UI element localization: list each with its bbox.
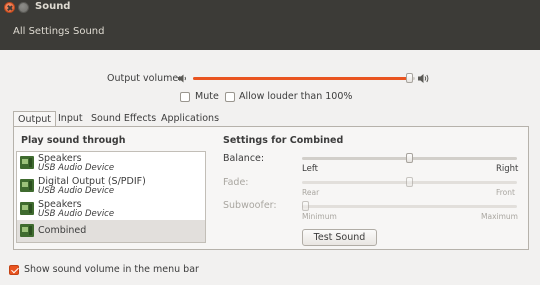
subwoofer-maximum-label: Maximum <box>481 212 518 221</box>
device-row-combined[interactable]: Combined <box>17 220 205 242</box>
sound-card-icon <box>20 156 34 169</box>
fade-front-label: Front <box>496 188 515 197</box>
tab-input[interactable]: Input <box>58 111 83 126</box>
fade-handle <box>406 177 413 187</box>
output-volume-slider[interactable] <box>193 73 415 83</box>
fade-label: Fade: <box>223 177 249 188</box>
balance-handle[interactable] <box>406 153 413 163</box>
balance-left-label: Left <box>302 164 318 174</box>
device-subtitle: USB Audio Device <box>38 186 115 196</box>
mute-checkbox[interactable] <box>180 92 190 102</box>
output-volume-fill <box>193 77 410 80</box>
output-volume-label: Output volume: <box>107 73 182 84</box>
tab-applications[interactable]: Applications <box>161 111 219 126</box>
subwoofer-minimum-label: Minimum <box>302 212 337 221</box>
subwoofer-handle <box>302 201 309 211</box>
device-name: Combined <box>38 225 87 236</box>
sound-card-icon <box>20 202 34 215</box>
device-subtitle: USB Audio Device <box>38 209 115 219</box>
play-through-heading: Play sound through <box>21 135 126 146</box>
header-toolbar: All Settings Sound <box>0 15 540 50</box>
output-volume-handle[interactable] <box>406 73 413 83</box>
allow-louder-label: Allow louder than 100% <box>239 91 353 102</box>
device-row-speakers-2[interactable]: Speakers USB Audio Device <box>17 198 205 220</box>
allow-louder-checkbox[interactable] <box>225 92 235 102</box>
balance-label: Balance: <box>223 153 265 164</box>
mute-label: Mute <box>195 91 219 102</box>
show-volume-checkbox[interactable] <box>9 265 19 275</box>
sound-card-icon <box>20 224 34 237</box>
window-title: Sound <box>35 1 71 12</box>
fade-slider <box>302 177 517 187</box>
all-settings-button[interactable]: All Settings <box>13 26 70 37</box>
device-subtitle: USB Audio Device <box>38 163 115 173</box>
subwoofer-slider <box>302 201 517 211</box>
fade-rear-label: Rear <box>302 188 320 197</box>
volume-high-icon <box>418 74 429 83</box>
sound-card-icon <box>20 179 34 192</box>
minimize-window-button[interactable] <box>18 2 29 13</box>
tab-output[interactable]: Output <box>13 111 56 127</box>
subwoofer-label: Subwoofer: <box>223 200 277 211</box>
settings-heading: Settings for Combined <box>223 135 344 146</box>
balance-slider[interactable] <box>302 153 517 163</box>
close-window-button[interactable] <box>4 2 15 13</box>
device-row-speakers-1[interactable]: Speakers USB Audio Device <box>17 152 205 174</box>
test-sound-button[interactable]: Test Sound <box>302 229 377 246</box>
show-volume-label: Show sound volume in the menu bar <box>24 264 199 275</box>
tab-sound-effects[interactable]: Sound Effects <box>91 111 156 126</box>
output-device-list: Speakers USB Audio Device Digital Output… <box>16 151 206 243</box>
title-bar: Sound <box>0 0 540 15</box>
device-row-digital-output[interactable]: Digital Output (S/PDIF) USB Audio Device <box>17 175 205 197</box>
balance-right-label: Right <box>496 164 519 174</box>
volume-low-icon <box>178 74 186 83</box>
sound-breadcrumb[interactable]: Sound <box>73 26 105 37</box>
